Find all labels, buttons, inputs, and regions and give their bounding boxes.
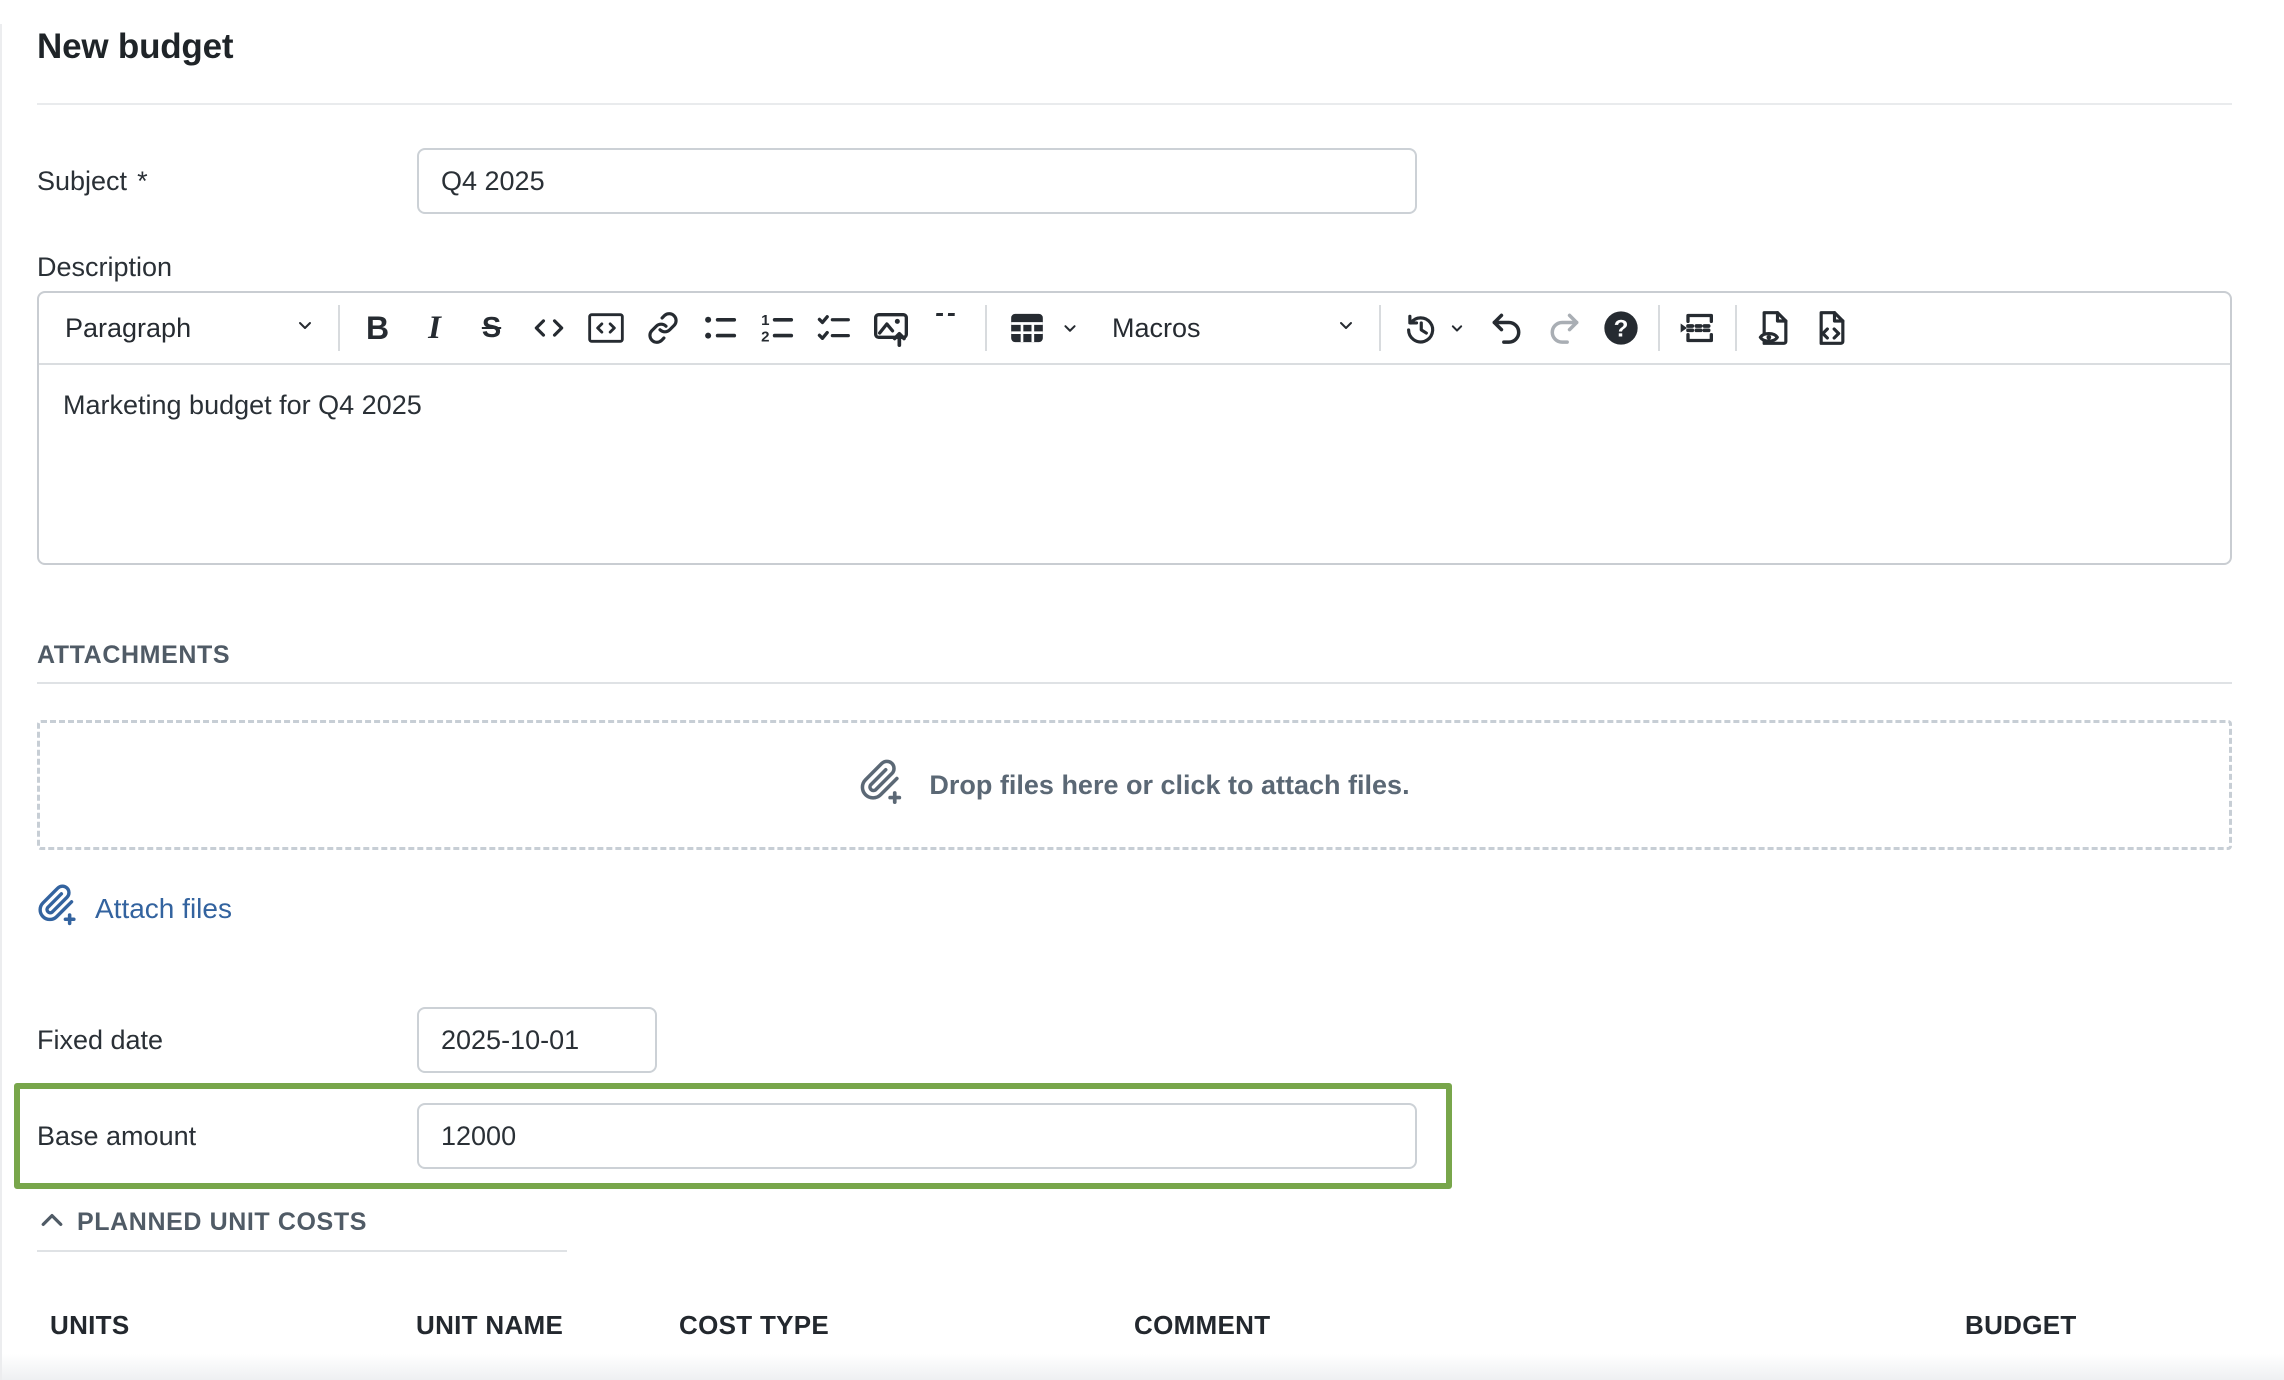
chevron-down-icon (1447, 318, 1467, 338)
inline-code-icon (530, 309, 568, 347)
attachments-divider (37, 682, 2232, 684)
svg-text:2: 2 (761, 328, 769, 345)
description-label: Description (37, 252, 2232, 283)
fixed-date-input[interactable] (417, 1007, 657, 1073)
column-header-comment: COMMENT (1134, 1310, 1270, 1341)
dropzone-text: Drop files here or click to attach files… (929, 770, 1409, 801)
italic-button[interactable]: I (406, 300, 463, 356)
description-editor-content[interactable]: Marketing budget for Q4 2025 (39, 365, 2230, 563)
undo-icon (1488, 309, 1526, 347)
undo-button[interactable] (1478, 300, 1535, 356)
toolbar-separator (338, 305, 340, 351)
column-header-unit-name: UNIT NAME (416, 1310, 563, 1341)
code-block-button[interactable] (577, 300, 634, 356)
macros-dropdown[interactable]: Macros (1096, 300, 1370, 356)
numbered-list-button[interactable]: 12 (748, 300, 805, 356)
page-break-icon (1678, 308, 1718, 348)
table-icon (1007, 308, 1047, 348)
base-amount-highlight: Base amount (14, 1083, 1452, 1189)
planned-unit-costs-divider (37, 1250, 567, 1252)
page-break-button[interactable] (1669, 300, 1726, 356)
link-button[interactable] (634, 300, 691, 356)
toolbar-separator (1379, 305, 1381, 351)
block-quote-button[interactable]: “ (919, 300, 976, 356)
bottom-fade (2, 1354, 2284, 1380)
required-marker: * (137, 166, 148, 196)
chevron-down-icon (293, 313, 317, 344)
numbered-list-icon: 12 (758, 309, 796, 347)
base-amount-label: Base amount (37, 1121, 417, 1152)
markdown-source-button[interactable] (1803, 300, 1860, 356)
rich-text-editor: Paragraph B I S 12 (37, 291, 2232, 565)
budget-form: New budget Subject* Description Paragrap… (2, 24, 2284, 1346)
preview-toggle-button[interactable] (1746, 300, 1803, 356)
history-icon (1401, 309, 1439, 347)
planned-unit-costs-toggle[interactable]: PLANNED UNIT COSTS (37, 1205, 367, 1240)
svg-text:?: ? (1613, 315, 1628, 342)
toolbar-separator (1658, 305, 1660, 351)
subject-input[interactable] (417, 148, 1417, 214)
editor-toolbar: Paragraph B I S 12 (39, 293, 2230, 365)
help-icon: ? (1601, 308, 1641, 348)
italic-icon: I (428, 310, 441, 347)
strikethrough-icon: S (482, 312, 501, 345)
paragraph-style-dropdown[interactable]: Paragraph (49, 300, 329, 356)
redo-icon (1545, 309, 1583, 347)
todo-list-icon (815, 309, 853, 347)
link-icon (645, 310, 681, 346)
fixed-date-label: Fixed date (37, 1025, 417, 1056)
toolbar-separator (985, 305, 987, 351)
todo-list-button[interactable] (805, 300, 862, 356)
paperclip-plus-icon (37, 884, 79, 933)
bulleted-list-icon (701, 309, 739, 347)
toolbar-separator (1735, 305, 1737, 351)
bold-button[interactable]: B (349, 300, 406, 356)
preview-icon (1755, 308, 1795, 348)
attachments-section-title: ATTACHMENTS (37, 641, 2232, 670)
column-header-cost-type: COST TYPE (679, 1310, 829, 1341)
page-title: New budget (37, 24, 2232, 70)
bold-icon: B (366, 310, 389, 347)
attach-files-label: Attach files (95, 893, 232, 925)
subject-row: Subject* (37, 148, 2232, 214)
svg-text:1: 1 (761, 312, 769, 329)
base-amount-input[interactable] (417, 1103, 1417, 1169)
inline-code-button[interactable] (520, 300, 577, 356)
strikethrough-button[interactable]: S (463, 300, 520, 356)
planned-unit-costs-title: PLANNED UNIT COSTS (77, 1208, 367, 1237)
chevron-down-icon (1059, 317, 1081, 339)
image-upload-button[interactable] (862, 300, 919, 356)
file-dropzone[interactable]: Drop files here or click to attach files… (37, 720, 2232, 850)
bulleted-list-button[interactable] (691, 300, 748, 356)
chevron-up-icon (37, 1205, 67, 1240)
chevron-down-icon (1334, 313, 1358, 344)
column-header-units: UNITS (50, 1310, 130, 1341)
title-divider (37, 103, 2232, 105)
redo-button[interactable] (1535, 300, 1592, 356)
subject-label: Subject* (37, 166, 417, 197)
revision-history-button[interactable] (1390, 300, 1478, 356)
unit-costs-header-row: UNITS UNIT NAME COST TYPE COMMENT BUDGET (37, 1310, 2232, 1346)
code-block-icon (586, 308, 626, 348)
column-header-budget: BUDGET (1965, 1310, 2077, 1341)
block-quote-icon: “ (933, 313, 963, 343)
fixed-date-row: Fixed date (37, 1007, 2232, 1073)
attach-files-link[interactable]: Attach files (37, 884, 232, 933)
help-button[interactable]: ? (1592, 300, 1649, 356)
markdown-source-icon (1812, 308, 1852, 348)
insert-table-button[interactable] (996, 300, 1092, 356)
paperclip-plus-icon (859, 759, 905, 812)
image-upload-icon (871, 308, 911, 348)
